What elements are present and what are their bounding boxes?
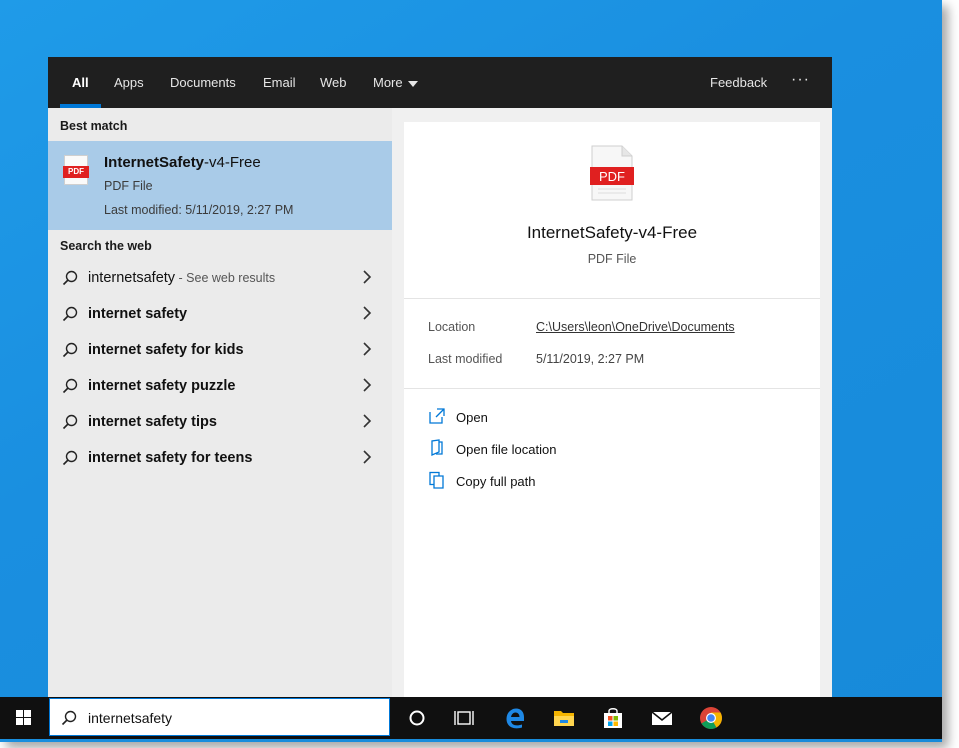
location-link[interactable]: C:\Users\leon\OneDrive\Documents	[536, 320, 735, 334]
modified-label: Last modified	[428, 352, 503, 366]
tab-apps[interactable]: Apps	[114, 75, 144, 90]
search-icon	[62, 414, 78, 430]
chevron-right-icon	[363, 450, 372, 464]
web-suggestion-text: internet safety	[88, 306, 188, 322]
search-icon	[62, 342, 78, 358]
feedback-button[interactable]: Feedback	[710, 75, 767, 90]
chevron-right-icon	[363, 414, 372, 428]
open-file-location-action[interactable]: Open file location	[428, 439, 688, 461]
web-suggestion-item[interactable]: internet safety tips	[48, 404, 392, 440]
chevron-right-icon	[363, 378, 372, 392]
open-action[interactable]: Open	[428, 407, 688, 429]
tab-email[interactable]: Email	[263, 75, 296, 90]
taskbar: internetsafety	[0, 697, 942, 739]
tab-more[interactable]: More	[373, 75, 418, 90]
search-icon	[62, 270, 78, 286]
open-action-label: Open	[456, 410, 488, 425]
task-view-icon[interactable]	[451, 705, 477, 731]
open-file-location-label: Open file location	[456, 442, 557, 457]
search-filter-bar: All Apps Documents Email Web More Feedba…	[48, 57, 832, 108]
web-result-item[interactable]: internetsafety - See web results	[48, 260, 392, 296]
folder-location-icon	[431, 439, 443, 456]
start-button[interactable]	[0, 697, 48, 739]
divider	[404, 388, 820, 389]
file-explorer-icon[interactable]	[551, 705, 577, 731]
web-suggestion-text: internet safety puzzle	[88, 378, 236, 394]
desktop: All Apps Documents Email Web More Feedba…	[0, 0, 942, 742]
tab-documents[interactable]: Documents	[170, 75, 236, 90]
best-match-modified: Last modified: 5/11/2019, 2:27 PM	[104, 203, 294, 217]
search-input[interactable]: internetsafety	[88, 710, 172, 726]
caret-down-icon	[407, 80, 418, 87]
preview-type: PDF File	[587, 252, 637, 266]
modified-value: 5/11/2019, 2:27 PM	[536, 352, 645, 366]
pdf-file-large-icon: PDF	[590, 145, 634, 201]
web-suggestion-item[interactable]: internet safety puzzle	[48, 368, 392, 404]
svg-text:PDF: PDF	[599, 169, 625, 184]
best-match-type: PDF File	[104, 179, 153, 193]
best-match-title: InternetSafety-v4-Free	[104, 154, 261, 171]
edge-icon[interactable]	[502, 705, 528, 731]
taskbar-search-box[interactable]: internetsafety	[49, 698, 390, 736]
tab-more-label: More	[373, 75, 403, 90]
search-icon	[62, 378, 78, 394]
best-match-result[interactable]: PDF InternetSafety-v4-Free PDF File Last…	[48, 141, 392, 230]
divider	[404, 298, 820, 299]
chevron-right-icon	[363, 270, 372, 284]
tab-web[interactable]: Web	[320, 75, 347, 90]
search-icon	[62, 306, 78, 322]
web-suggestion-text: internet safety tips	[88, 414, 217, 430]
mail-icon[interactable]	[649, 705, 675, 731]
windows-logo-icon	[16, 710, 31, 725]
web-suggestion-text: internet safety for kids	[88, 342, 244, 358]
tab-all[interactable]: All	[72, 75, 89, 90]
pdf-file-icon: PDF	[63, 155, 89, 185]
copy-icon	[429, 471, 444, 489]
chevron-right-icon	[363, 306, 372, 320]
open-icon	[429, 408, 445, 424]
chrome-icon[interactable]	[698, 705, 724, 731]
copy-full-path-label: Copy full path	[456, 474, 536, 489]
web-result-text: internetsafety - See web results	[88, 270, 276, 286]
store-icon[interactable]	[600, 705, 626, 731]
search-icon	[62, 450, 78, 466]
copy-full-path-action[interactable]: Copy full path	[428, 471, 688, 493]
web-suggestion-text: internet safety for teens	[88, 450, 253, 466]
preview-pane: PDF InternetSafety-v4-Free PDF File Loca…	[404, 122, 820, 697]
web-suggestion-item[interactable]: internet safety for teens	[48, 440, 392, 476]
web-suggestion-item[interactable]: internet safety for kids	[48, 332, 392, 368]
chevron-right-icon	[363, 342, 372, 356]
best-match-heading: Best match	[60, 119, 128, 133]
location-label: Location	[428, 320, 476, 334]
search-icon	[61, 710, 77, 726]
search-panel: All Apps Documents Email Web More Feedba…	[48, 57, 832, 697]
search-web-heading: Search the web	[60, 239, 152, 253]
web-suggestion-item[interactable]: internet safety	[48, 296, 392, 332]
more-options-button[interactable]: ···	[791, 71, 810, 89]
results-list: Best match PDF InternetSafety-v4-Free PD…	[48, 108, 392, 697]
cortana-icon[interactable]	[404, 705, 430, 731]
preview-title: InternetSafety-v4-Free	[526, 223, 698, 242]
